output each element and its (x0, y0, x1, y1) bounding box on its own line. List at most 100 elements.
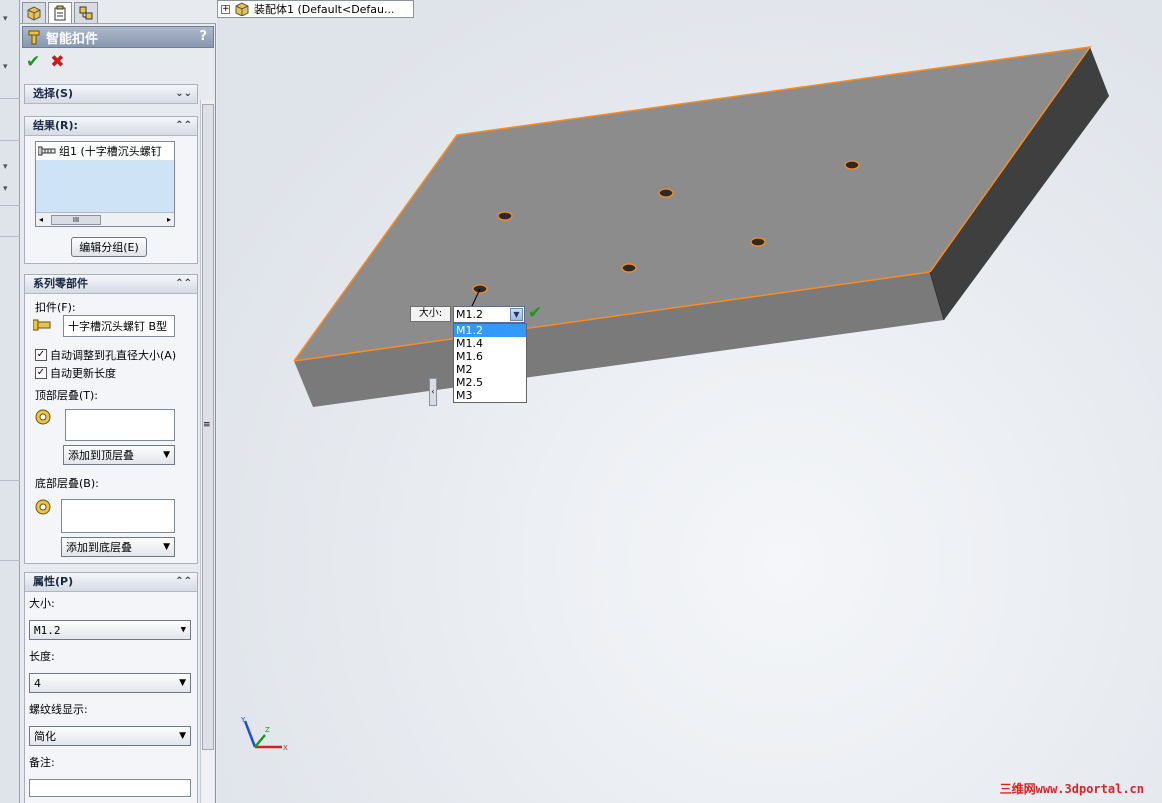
add-top-stack-value: 添加到顶层叠 (68, 449, 134, 462)
panel-title-bar: 智能扣件 ? (22, 26, 214, 48)
auto-length-checkbox[interactable]: ✓ 自动更新长度 (35, 365, 116, 381)
tab-feature-manager[interactable] (22, 2, 46, 23)
thread-display-label: 螺纹线显示: (29, 703, 88, 716)
hole[interactable] (658, 188, 674, 198)
edit-grouping-button[interactable]: 编辑分组(E) (71, 237, 147, 257)
triad-z-label: Z (265, 726, 270, 734)
size-combo-value: M1.2 (34, 623, 61, 637)
washer-icon (35, 409, 51, 425)
ok-check-icon[interactable]: ✔ (26, 52, 40, 74)
selection-section-header[interactable]: 选择(S) ⌄⌄ (25, 85, 197, 104)
auto-resize-checkmark[interactable]: ✓ (35, 349, 47, 361)
collapse-chevron-icon[interactable]: ⌃⌃ (175, 573, 192, 591)
manager-tabs (20, 0, 216, 24)
notes-field[interactable] (29, 779, 191, 797)
length-label: 长度: (29, 650, 55, 663)
thread-display-value: 简化 (34, 730, 56, 743)
auto-length-checkmark[interactable]: ✓ (35, 367, 47, 379)
panel-title: 智能扣件 (46, 31, 99, 47)
screw-group-icon (38, 146, 56, 156)
strip-divider (0, 205, 20, 206)
size-option[interactable]: M1.2 (454, 324, 526, 337)
strip-divider (0, 560, 20, 561)
size-popup-value: M1.2 (456, 308, 483, 321)
panel-vertical-scrollbar[interactable]: ≡ (200, 100, 214, 803)
hole[interactable] (844, 160, 860, 170)
left-collapsed-strip: ▾ ▾ ▾ ▾ (0, 0, 20, 803)
strip-arrow-icon[interactable]: ▾ (3, 62, 15, 72)
series-components-section: 系列零部件 ⌃⌃ 扣件(F): 十字槽沉头螺钉 B型 ✓ 自动调整到孔直径大小(… (24, 274, 198, 564)
dropdown-arrow-icon[interactable]: ▼ (163, 542, 170, 552)
thread-display-combo[interactable]: 简化 ▼ (29, 726, 191, 746)
auto-resize-label: 自动调整到孔直径大小(A) (50, 349, 177, 362)
hole[interactable] (621, 263, 637, 273)
results-section-title: 结果(R): (33, 119, 78, 132)
size-confirm-check-icon[interactable]: ✔ (528, 303, 542, 323)
collapse-chevron-icon[interactable]: ⌃⌃ (175, 117, 192, 135)
configuration-icon (79, 6, 93, 20)
strip-arrow-icon[interactable]: ▾ (3, 14, 15, 24)
graphics-viewport[interactable]: + 装配体1 (Default<Defau... ‹ 大小: M1.2 ▼ ✔ … (217, 0, 1162, 803)
size-dropdown-list[interactable]: M1.2 M1.4 M1.6 M2 M2.5 M3 (453, 323, 527, 403)
scroll-thumb[interactable]: III (51, 214, 102, 225)
size-option[interactable]: M2.5 (454, 376, 526, 389)
orientation-triad: Y X Z (240, 716, 288, 752)
help-button[interactable]: ? (199, 29, 207, 44)
tab-property-manager[interactable] (48, 2, 72, 23)
dropdown-arrow-icon[interactable]: ▼ (179, 731, 186, 741)
hole[interactable] (750, 237, 766, 247)
results-list[interactable]: 组1 (十字槽沉头螺钉 ◂ III ▸ (35, 141, 175, 227)
scroll-right-icon[interactable]: ▸ (167, 215, 171, 224)
size-option[interactable]: M2 (454, 363, 526, 376)
add-top-stack-combo[interactable]: 添加到顶层叠 ▼ (63, 445, 175, 465)
dropdown-arrow-icon[interactable]: ▼ (510, 308, 523, 321)
auto-length-label: 自动更新长度 (50, 367, 116, 380)
scroll-grip-icon: ≡ (203, 420, 211, 430)
results-list-hscrollbar[interactable]: ◂ III ▸ (36, 212, 174, 226)
fastener-label: 扣件(F): (35, 301, 76, 314)
panel-collapse-handle[interactable]: ‹ (429, 378, 437, 406)
selection-section: 选择(S) ⌄⌄ (24, 84, 198, 104)
series-section-header[interactable]: 系列零部件 ⌃⌃ (25, 275, 197, 294)
collapse-chevron-icon[interactable]: ⌃⌃ (175, 275, 192, 293)
dropdown-arrow-icon[interactable]: ▼ (163, 450, 170, 460)
strip-arrow-icon[interactable]: ▾ (3, 184, 15, 194)
add-bottom-stack-combo[interactable]: 添加到底层叠 ▼ (61, 537, 175, 557)
size-combo[interactable]: M1.2 ▼ (29, 620, 191, 640)
size-popup-label: 大小: (410, 306, 451, 322)
properties-section: 属性(P) ⌃⌃ 大小: M1.2 ▼ 长度: 4 ▼ 螺纹线显示: 简化 ▼ … (24, 572, 198, 803)
length-combo[interactable]: 4 ▼ (29, 673, 191, 693)
selection-section-title: 选择(S) (33, 87, 73, 100)
auto-resize-checkbox[interactable]: ✓ 自动调整到孔直径大小(A) (35, 347, 176, 363)
properties-section-header[interactable]: 属性(P) ⌃⌃ (25, 573, 197, 592)
results-item-label: 组1 (十字槽沉头螺钉 (59, 145, 162, 158)
size-option[interactable]: M3 (454, 389, 526, 402)
cancel-x-icon[interactable]: ✖ (50, 52, 64, 74)
top-stack-label: 顶部层叠(T): (35, 389, 99, 402)
part-model[interactable] (217, 0, 1162, 803)
dropdown-arrow-icon[interactable]: ▼ (181, 625, 186, 635)
size-option[interactable]: M1.4 (454, 337, 526, 350)
bottom-stack-list[interactable] (61, 499, 175, 533)
scroll-left-icon[interactable]: ◂ (39, 215, 43, 224)
list-item[interactable]: 组1 (十字槽沉头螺钉 (36, 142, 174, 160)
top-stack-list[interactable] (65, 409, 175, 441)
tab-configuration-manager[interactable] (74, 2, 98, 23)
results-section-header[interactable]: 结果(R): ⌃⌃ (25, 117, 197, 136)
expand-chevron-icon[interactable]: ⌄⌄ (175, 85, 192, 103)
fastener-field[interactable]: 十字槽沉头螺钉 B型 (63, 315, 175, 337)
washer-icon (35, 499, 51, 515)
length-combo-value: 4 (34, 676, 41, 690)
hole[interactable] (497, 211, 513, 221)
triad-x-label: X (283, 744, 288, 752)
bottom-stack-label: 底部层叠(B): (35, 477, 99, 490)
strip-arrow-icon[interactable]: ▾ (3, 162, 15, 172)
dropdown-arrow-icon[interactable]: ▼ (179, 678, 186, 688)
properties-section-title: 属性(P) (33, 575, 74, 588)
size-popup-combo[interactable]: M1.2 ▼ (453, 306, 525, 323)
ok-cancel-bar: ✔ ✖ (26, 52, 65, 74)
size-label: 大小: (29, 597, 55, 610)
size-option[interactable]: M1.6 (454, 350, 526, 363)
series-section-title: 系列零部件 (33, 277, 88, 290)
screw-icon (33, 319, 51, 331)
